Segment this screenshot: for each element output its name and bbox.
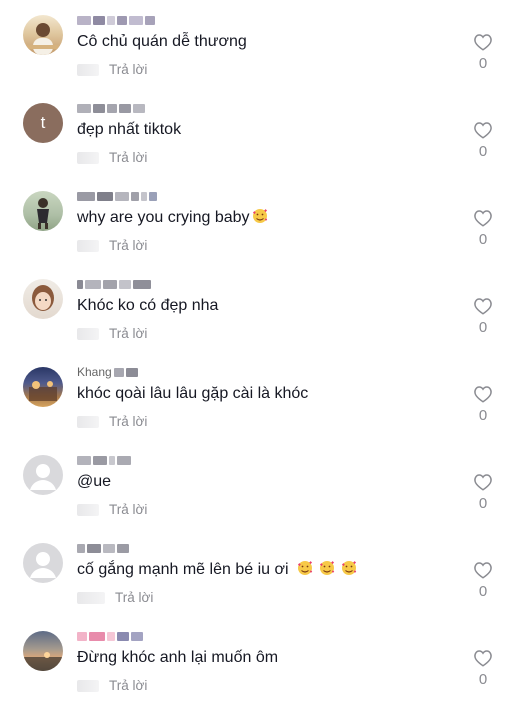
comment-text: Đừng khóc anh lại muốn ôm (77, 649, 279, 666)
like-count: 0 (478, 583, 488, 600)
default-user-icon (30, 464, 56, 490)
reply-button[interactable]: Trả lời (109, 149, 147, 167)
comment-item: Đừng khóc anh lại muốn ôm Trả lời 0 (0, 631, 506, 719)
reply-button[interactable]: Trả lời (109, 413, 147, 431)
like-button[interactable]: 0 (470, 121, 496, 161)
date-blurred (77, 64, 99, 76)
avatar[interactable] (23, 367, 63, 407)
comment-text: @ue (77, 473, 112, 490)
avatar[interactable] (23, 631, 63, 671)
date-blurred (77, 328, 99, 340)
avatar[interactable] (23, 15, 63, 55)
reply-button[interactable]: Trả lời (109, 501, 147, 519)
comment-text: đẹp nhất tiktok (77, 121, 182, 138)
like-count: 0 (478, 407, 488, 424)
heart-outline-icon (474, 386, 492, 403)
default-user-icon (30, 552, 56, 578)
comment-item: Khóc ko có đẹp nha Trả lời 0 (0, 279, 506, 367)
username-blurred[interactable] (77, 190, 157, 202)
like-count: 0 (478, 319, 488, 336)
heart-outline-icon (474, 210, 492, 227)
heart-outline-icon (474, 562, 492, 579)
username-blurred[interactable] (77, 454, 131, 466)
reply-button[interactable]: Trả lời (109, 237, 147, 255)
date-blurred (77, 152, 99, 164)
username[interactable]: Khang (77, 366, 138, 378)
username-blurred[interactable] (77, 278, 151, 290)
like-count: 0 (478, 495, 488, 512)
like-button[interactable]: 0 (470, 209, 496, 249)
heart-outline-icon (474, 122, 492, 139)
avatar[interactable]: t (23, 103, 63, 143)
reply-button[interactable]: Trả lời (109, 61, 147, 79)
comment-meta: Trả lời (77, 589, 153, 607)
heart-outline-icon (474, 474, 492, 491)
like-count: 0 (478, 143, 488, 160)
smiling-face-with-hearts-icon (341, 561, 357, 575)
reply-button[interactable]: Trả lời (109, 677, 147, 695)
like-button[interactable]: 0 (470, 473, 496, 513)
like-button[interactable]: 0 (470, 33, 496, 73)
avatar[interactable] (23, 543, 63, 583)
reply-button[interactable]: Trả lời (109, 325, 147, 343)
reply-button[interactable]: Trả lời (115, 589, 153, 607)
like-button[interactable]: 0 (470, 561, 496, 601)
comment-meta: Trả lời (77, 237, 147, 255)
comment-item: cố gắng mạnh mẽ lên bé iu ơi Trả lời 0 (0, 543, 506, 631)
comment-text: Cô chủ quán dễ thương (77, 33, 247, 50)
heart-outline-icon (474, 650, 492, 667)
comment-text-body: cố gắng mạnh mẽ lên bé iu ơi (77, 561, 289, 578)
date-blurred (77, 416, 99, 428)
like-button[interactable]: 0 (470, 649, 496, 689)
comment-item: Cô chủ quán dễ thương Trả lời 0 (0, 15, 506, 103)
heart-outline-icon (474, 34, 492, 51)
avatar[interactable] (23, 455, 63, 495)
comment-item: Khang khóc qoài lâu lâu gặp cài là khóc … (0, 366, 506, 455)
date-blurred (77, 680, 99, 692)
smiling-face-with-hearts-icon (297, 561, 313, 575)
like-count: 0 (478, 671, 488, 688)
comment-item: why are you crying baby Trả lời 0 (0, 191, 506, 279)
smiling-face-with-hearts-icon (319, 561, 335, 575)
like-count: 0 (478, 231, 488, 248)
avatar-letter: t (40, 113, 46, 132)
comment-meta: Trả lời (77, 325, 147, 343)
comment-meta: Trả lời (77, 413, 147, 431)
like-button[interactable]: 0 (470, 385, 496, 425)
comment-meta: Trả lời (77, 61, 147, 79)
avatar[interactable] (23, 191, 63, 231)
comment-text: why are you crying baby (77, 207, 268, 229)
avatar[interactable] (23, 279, 63, 319)
comment-meta: Trả lời (77, 149, 147, 167)
comment-meta: Trả lời (77, 501, 147, 519)
comment-meta: Trả lời (77, 677, 147, 695)
comment-text: cố gắng mạnh mẽ lên bé iu ơi (77, 559, 357, 581)
username-blurred[interactable] (77, 14, 155, 26)
smiling-face-with-hearts-icon (252, 209, 267, 223)
heart-outline-icon (474, 298, 492, 315)
username-visible: Khang (77, 365, 112, 379)
username-blurred[interactable] (77, 630, 143, 642)
like-button[interactable]: 0 (470, 297, 496, 337)
comment-text-body: why are you crying baby (77, 209, 250, 226)
comment-item: @ue Trả lời 0 (0, 455, 506, 543)
username-blurred[interactable] (77, 542, 129, 554)
date-blurred (77, 592, 105, 604)
comment-text: khóc qoài lâu lâu gặp cài là khóc (77, 385, 309, 402)
comment-item: t đẹp nhất tiktok Trả lời 0 (0, 103, 506, 191)
date-blurred (77, 504, 99, 516)
like-count: 0 (478, 55, 488, 72)
date-blurred (77, 240, 99, 252)
comment-text: Khóc ko có đẹp nha (77, 297, 219, 314)
username-blurred[interactable] (77, 102, 145, 114)
